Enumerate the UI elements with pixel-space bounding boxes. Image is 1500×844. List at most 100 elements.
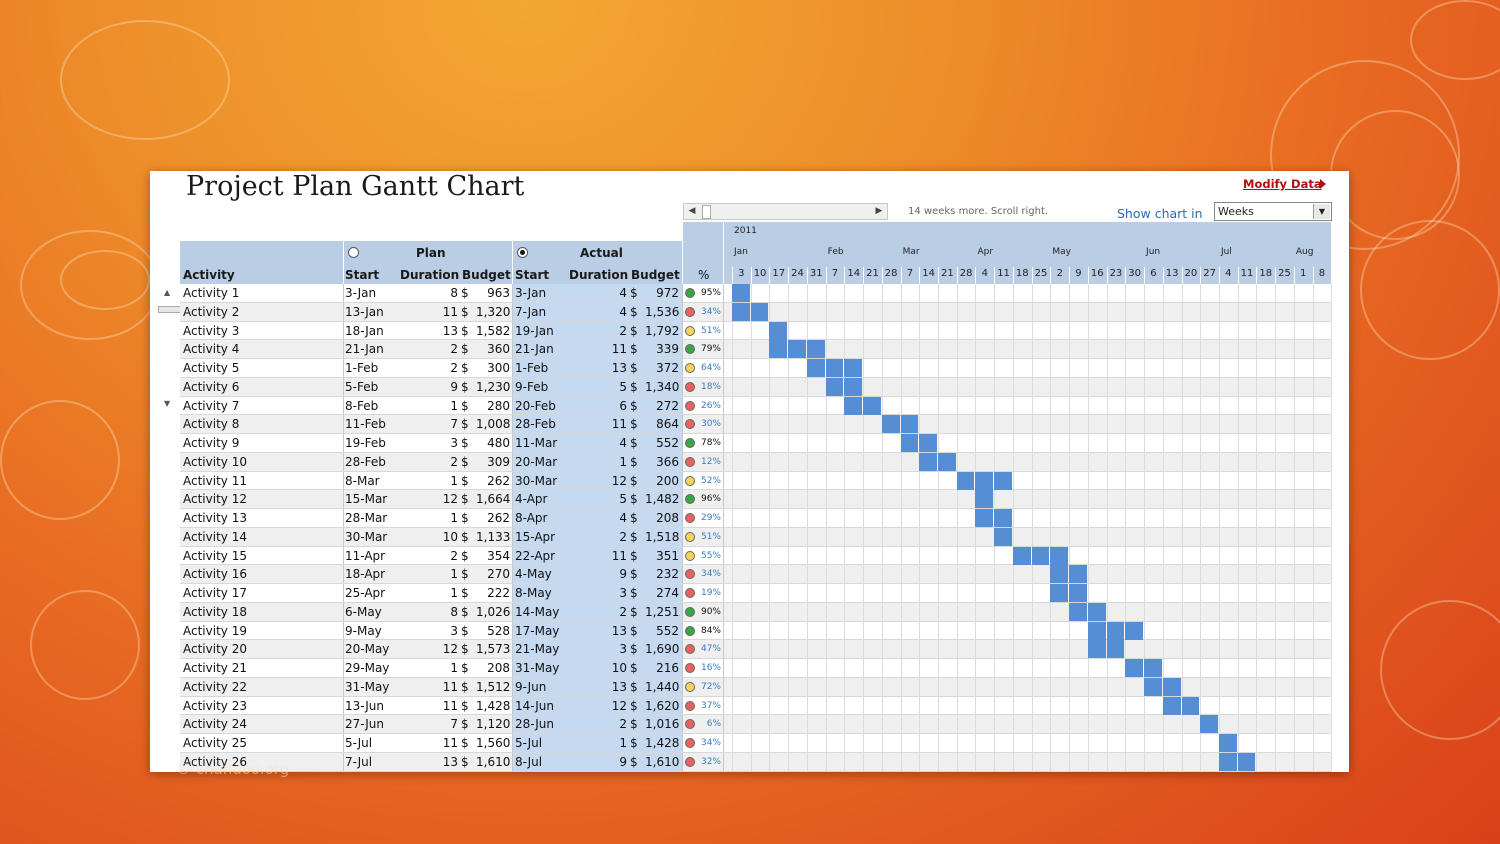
cell-divider	[723, 284, 724, 302]
gantt-grid-line	[1237, 340, 1239, 359]
gantt-grid-line	[750, 415, 752, 434]
gantt-grid-line	[881, 321, 883, 340]
table-row: Activity 18 6-May 8 $1,026 14-May 2 $1,251 90%	[180, 602, 1333, 622]
actual-currency: $	[630, 661, 638, 676]
gantt-grid-line	[881, 659, 883, 677]
gantt-grid-line	[938, 434, 940, 452]
gantt-grid-line	[732, 527, 733, 546]
scroll-right-icon[interactable]: ▶	[871, 204, 887, 219]
gantt-grid-line	[1237, 284, 1239, 302]
gantt-grid-line	[732, 640, 733, 659]
gantt-grid-line	[1312, 415, 1314, 434]
scroll-thumb[interactable]	[158, 306, 182, 313]
gantt-bar	[825, 377, 844, 396]
plan-budget: 480	[487, 436, 510, 451]
gantt-grid-line	[881, 677, 883, 696]
plan-duration: 11	[442, 698, 458, 713]
actual-radio[interactable]	[517, 247, 528, 258]
actual-currency: $	[630, 304, 638, 319]
gantt-grid-line	[1069, 284, 1071, 302]
plan-budget-col-header: Budget	[462, 268, 511, 282]
actual-currency: $	[630, 586, 638, 601]
actual-start: 4-May	[515, 567, 552, 582]
gantt-grid-line	[1087, 321, 1089, 340]
vertical-scrollbar[interactable]: ▲ ▼	[158, 286, 182, 414]
gantt-grid-line	[1331, 734, 1333, 752]
percent-complete: 34%	[700, 306, 721, 317]
gantt-bar	[1087, 640, 1106, 659]
plan-budget: 1,230	[476, 379, 511, 394]
gantt-grid-line	[844, 659, 846, 677]
gantt-grid-line	[956, 527, 958, 546]
gantt-grid-line	[769, 696, 771, 715]
gantt-grid-line	[1069, 359, 1071, 377]
gantt-grid-line	[1312, 696, 1314, 715]
gantt-grid-line	[994, 621, 996, 640]
actual-currency: $	[630, 323, 638, 338]
scroll-down-icon[interactable]: ▼	[164, 399, 170, 408]
gantt-grid-line	[750, 677, 752, 696]
gantt-grid-line	[1331, 471, 1333, 490]
scroll-up-icon[interactable]: ▲	[164, 288, 170, 297]
week-divider	[1162, 267, 1164, 284]
gantt-grid-line	[732, 377, 733, 396]
gantt-grid-line	[1200, 284, 1202, 302]
gantt-grid-line	[788, 696, 790, 715]
week-label: 14	[847, 268, 861, 279]
week-divider	[1181, 267, 1183, 284]
gantt-grid-line	[769, 677, 771, 696]
gantt-grid-line	[1218, 415, 1220, 434]
gantt-grid-line	[788, 471, 790, 490]
time-unit-select[interactable]: Weeks ▼	[1214, 202, 1332, 221]
cell-divider	[682, 490, 683, 509]
gantt-bar	[1031, 546, 1050, 565]
week-divider	[1237, 267, 1239, 284]
modify-data-link[interactable]: Modify Data	[1243, 177, 1322, 191]
gantt-grid-line	[732, 396, 733, 415]
plan-radio[interactable]	[348, 247, 359, 258]
plan-currency: $	[461, 473, 469, 488]
gantt-grid-line	[919, 321, 921, 340]
gantt-grid-line	[788, 415, 790, 434]
gantt-grid-line	[844, 565, 846, 584]
cell-divider	[723, 602, 724, 621]
scroll-left-icon[interactable]: ◀	[684, 204, 700, 219]
actual-currency: $	[630, 529, 638, 544]
week-divider	[1012, 267, 1014, 284]
gantt-grid-line	[1069, 321, 1071, 340]
percent-complete: 55%	[700, 550, 721, 561]
gantt-grid-line	[1125, 340, 1127, 359]
gantt-grid-line	[938, 640, 940, 659]
gantt-grid-line	[900, 527, 902, 546]
status-red-icon	[685, 419, 695, 430]
gantt-grid-line	[1106, 302, 1108, 321]
actual-start: 22-Apr	[515, 548, 556, 563]
gantt-grid-line	[732, 621, 733, 640]
gantt-grid-line	[769, 415, 771, 434]
gantt-grid-line	[1181, 340, 1183, 359]
scroll-thumb[interactable]	[702, 205, 711, 219]
gantt-grid-line	[1237, 546, 1239, 565]
status-red-icon	[685, 644, 695, 655]
percent-complete: 16%	[700, 663, 721, 674]
gantt-grid-line	[900, 302, 902, 321]
plan-currency: $	[461, 492, 469, 507]
actual-duration: 5	[619, 379, 627, 394]
gantt-grid-line	[750, 509, 752, 527]
chevron-down-icon[interactable]: ▼	[1313, 204, 1330, 219]
gantt-grid-line	[1218, 490, 1220, 509]
actual-duration: 4	[619, 286, 627, 300]
percent-complete: 29%	[700, 513, 721, 524]
plan-duration: 2	[450, 454, 458, 469]
gantt-grid-line	[1125, 509, 1127, 527]
gantt-grid-line	[1331, 415, 1333, 434]
gantt-grid-line	[732, 415, 733, 434]
gantt-grid-line	[994, 640, 996, 659]
plan-duration: 2	[450, 342, 458, 357]
week-label: 28	[959, 268, 973, 279]
timeline-scrollbar[interactable]: ◀ ▶	[683, 203, 888, 220]
gantt-grid-line	[975, 302, 977, 321]
month-label-aug: Aug	[1295, 247, 1314, 257]
week-divider	[1200, 267, 1202, 284]
cell-divider	[343, 302, 344, 321]
